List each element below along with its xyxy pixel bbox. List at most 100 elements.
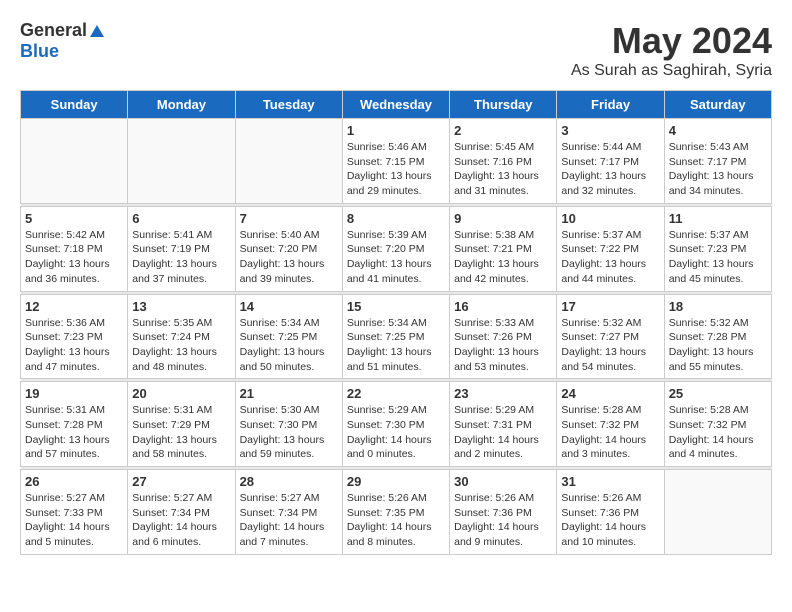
- calendar-cell: 27Sunrise: 5:27 AM Sunset: 7:34 PM Dayli…: [128, 470, 235, 555]
- weekday-header-monday: Monday: [128, 91, 235, 119]
- day-number: 1: [347, 123, 445, 138]
- day-info: Sunrise: 5:29 AM Sunset: 7:30 PM Dayligh…: [347, 403, 445, 462]
- calendar-cell: 22Sunrise: 5:29 AM Sunset: 7:30 PM Dayli…: [342, 382, 449, 467]
- calendar-cell: 19 Sunrise: 5:31 AM Sunset: 7:28 PM Dayli…: [21, 382, 128, 467]
- calendar-cell: 31 Sunrise: 5:26 AM Sunset: 7:36 PM Dayli…: [557, 470, 664, 555]
- day-number: 31: [561, 474, 659, 489]
- calendar-cell: 30 Sunrise: 5:26 AM Sunset: 7:36 PM Dayli…: [450, 470, 557, 555]
- day-info: Sunrise: 5:30 AM Sunset: 7:30 PM Dayligh…: [240, 403, 338, 462]
- day-number: 28: [240, 474, 338, 489]
- day-number: 29: [347, 474, 445, 489]
- day-info: Sunrise: 5:36 AM Sunset: 7:23 PM Dayligh…: [25, 316, 123, 375]
- calendar-cell: 18Sunrise: 5:32 AM Sunset: 7:28 PM Dayli…: [664, 294, 771, 379]
- calendar-week-row: 19 Sunrise: 5:31 AM Sunset: 7:28 PM Dayli…: [21, 382, 772, 467]
- day-number: 6: [132, 211, 230, 226]
- day-info: Sunrise: 5:45 AM Sunset: 7:16 PM Dayligh…: [454, 140, 552, 199]
- day-number: 12: [25, 299, 123, 314]
- day-number: 2: [454, 123, 552, 138]
- day-number: 13: [132, 299, 230, 314]
- location-subtitle: As Surah as Saghirah, Syria: [571, 62, 772, 80]
- day-info: Sunrise: 5:32 AM Sunset: 7:27 PM Dayligh…: [561, 316, 659, 375]
- calendar-cell: 28 Sunrise: 5:27 AM Sunset: 7:34 PM Dayli…: [235, 470, 342, 555]
- day-info: Sunrise: 5:35 AM Sunset: 7:24 PM Dayligh…: [132, 316, 230, 375]
- calendar-cell: 21 Sunrise: 5:30 AM Sunset: 7:30 PM Dayli…: [235, 382, 342, 467]
- calendar-cell: 17 Sunrise: 5:32 AM Sunset: 7:27 PM Dayli…: [557, 294, 664, 379]
- day-info: Sunrise: 5:37 AM Sunset: 7:22 PM Dayligh…: [561, 228, 659, 287]
- calendar-cell: 12 Sunrise: 5:36 AM Sunset: 7:23 PM Dayli…: [21, 294, 128, 379]
- day-number: 3: [561, 123, 659, 138]
- day-info: Sunrise: 5:27 AM Sunset: 7:34 PM Dayligh…: [240, 491, 338, 550]
- weekday-header-sunday: Sunday: [21, 91, 128, 119]
- day-number: 19: [25, 386, 123, 401]
- day-info: Sunrise: 5:41 AM Sunset: 7:19 PM Dayligh…: [132, 228, 230, 287]
- calendar-cell: 1 Sunrise: 5:46 AM Sunset: 7:15 PM Daylig…: [342, 119, 449, 204]
- day-info: Sunrise: 5:39 AM Sunset: 7:20 PM Dayligh…: [347, 228, 445, 287]
- day-info: Sunrise: 5:31 AM Sunset: 7:28 PM Dayligh…: [25, 403, 123, 462]
- logo: General Blue: [20, 20, 107, 62]
- weekday-header-friday: Friday: [557, 91, 664, 119]
- calendar-table: SundayMondayTuesdayWednesdayThursdayFrid…: [20, 90, 772, 555]
- logo-general: General: [20, 20, 87, 40]
- calendar-cell: 9 Sunrise: 5:38 AM Sunset: 7:21 PM Daylig…: [450, 206, 557, 291]
- day-number: 9: [454, 211, 552, 226]
- day-info: Sunrise: 5:27 AM Sunset: 7:33 PM Dayligh…: [25, 491, 123, 550]
- title-block: May 2024 As Surah as Saghirah, Syria: [571, 20, 772, 80]
- calendar-cell: 10 Sunrise: 5:37 AM Sunset: 7:22 PM Dayli…: [557, 206, 664, 291]
- calendar-cell: 20Sunrise: 5:31 AM Sunset: 7:29 PM Dayli…: [128, 382, 235, 467]
- calendar-cell: 2 Sunrise: 5:45 AM Sunset: 7:16 PM Daylig…: [450, 119, 557, 204]
- calendar-cell: 5 Sunrise: 5:42 AM Sunset: 7:18 PM Daylig…: [21, 206, 128, 291]
- day-info: Sunrise: 5:43 AM Sunset: 7:17 PM Dayligh…: [669, 140, 767, 199]
- day-number: 16: [454, 299, 552, 314]
- calendar-week-row: 12 Sunrise: 5:36 AM Sunset: 7:23 PM Dayli…: [21, 294, 772, 379]
- calendar-cell: 25Sunrise: 5:28 AM Sunset: 7:32 PM Dayli…: [664, 382, 771, 467]
- day-info: Sunrise: 5:44 AM Sunset: 7:17 PM Dayligh…: [561, 140, 659, 199]
- calendar-cell: [664, 470, 771, 555]
- calendar-cell: 24 Sunrise: 5:28 AM Sunset: 7:32 PM Dayli…: [557, 382, 664, 467]
- day-number: 24: [561, 386, 659, 401]
- calendar-cell: 15Sunrise: 5:34 AM Sunset: 7:25 PM Dayli…: [342, 294, 449, 379]
- day-info: Sunrise: 5:37 AM Sunset: 7:23 PM Dayligh…: [669, 228, 767, 287]
- day-number: 5: [25, 211, 123, 226]
- day-info: Sunrise: 5:42 AM Sunset: 7:18 PM Dayligh…: [25, 228, 123, 287]
- calendar-cell: 4 Sunrise: 5:43 AM Sunset: 7:17 PM Daylig…: [664, 119, 771, 204]
- calendar-cell: 7Sunrise: 5:40 AM Sunset: 7:20 PM Daylig…: [235, 206, 342, 291]
- calendar-cell: 13 Sunrise: 5:35 AM Sunset: 7:24 PM Dayli…: [128, 294, 235, 379]
- day-number: 4: [669, 123, 767, 138]
- day-number: 17: [561, 299, 659, 314]
- day-info: Sunrise: 5:26 AM Sunset: 7:36 PM Dayligh…: [454, 491, 552, 550]
- calendar-week-row: 1 Sunrise: 5:46 AM Sunset: 7:15 PM Daylig…: [21, 119, 772, 204]
- day-info: Sunrise: 5:38 AM Sunset: 7:21 PM Dayligh…: [454, 228, 552, 287]
- day-info: Sunrise: 5:31 AM Sunset: 7:29 PM Dayligh…: [132, 403, 230, 462]
- calendar-cell: 29 Sunrise: 5:26 AM Sunset: 7:35 PM Dayli…: [342, 470, 449, 555]
- calendar-cell: 23 Sunrise: 5:29 AM Sunset: 7:31 PM Dayli…: [450, 382, 557, 467]
- calendar-cell: [128, 119, 235, 204]
- logo-text: General Blue: [20, 20, 107, 62]
- day-number: 8: [347, 211, 445, 226]
- day-info: Sunrise: 5:28 AM Sunset: 7:32 PM Dayligh…: [669, 403, 767, 462]
- logo-blue: Blue: [20, 41, 59, 61]
- day-number: 23: [454, 386, 552, 401]
- day-info: Sunrise: 5:26 AM Sunset: 7:35 PM Dayligh…: [347, 491, 445, 550]
- day-info: Sunrise: 5:46 AM Sunset: 7:15 PM Dayligh…: [347, 140, 445, 199]
- day-number: 21: [240, 386, 338, 401]
- day-info: Sunrise: 5:29 AM Sunset: 7:31 PM Dayligh…: [454, 403, 552, 462]
- day-number: 11: [669, 211, 767, 226]
- day-number: 26: [25, 474, 123, 489]
- month-year-title: May 2024: [571, 20, 772, 62]
- day-info: Sunrise: 5:34 AM Sunset: 7:25 PM Dayligh…: [347, 316, 445, 375]
- weekday-header-saturday: Saturday: [664, 91, 771, 119]
- calendar-cell: 16Sunrise: 5:33 AM Sunset: 7:26 PM Dayli…: [450, 294, 557, 379]
- day-number: 10: [561, 211, 659, 226]
- weekday-header-tuesday: Tuesday: [235, 91, 342, 119]
- day-number: 7: [240, 211, 338, 226]
- day-info: Sunrise: 5:26 AM Sunset: 7:36 PM Dayligh…: [561, 491, 659, 550]
- calendar-cell: [21, 119, 128, 204]
- page-header: General Blue May 2024 As Surah as Saghir…: [20, 20, 772, 80]
- calendar-cell: [235, 119, 342, 204]
- day-info: Sunrise: 5:34 AM Sunset: 7:25 PM Dayligh…: [240, 316, 338, 375]
- day-number: 30: [454, 474, 552, 489]
- calendar-cell: 26 Sunrise: 5:27 AM Sunset: 7:33 PM Dayli…: [21, 470, 128, 555]
- day-info: Sunrise: 5:32 AM Sunset: 7:28 PM Dayligh…: [669, 316, 767, 375]
- day-info: Sunrise: 5:28 AM Sunset: 7:32 PM Dayligh…: [561, 403, 659, 462]
- calendar-cell: 6 Sunrise: 5:41 AM Sunset: 7:19 PM Daylig…: [128, 206, 235, 291]
